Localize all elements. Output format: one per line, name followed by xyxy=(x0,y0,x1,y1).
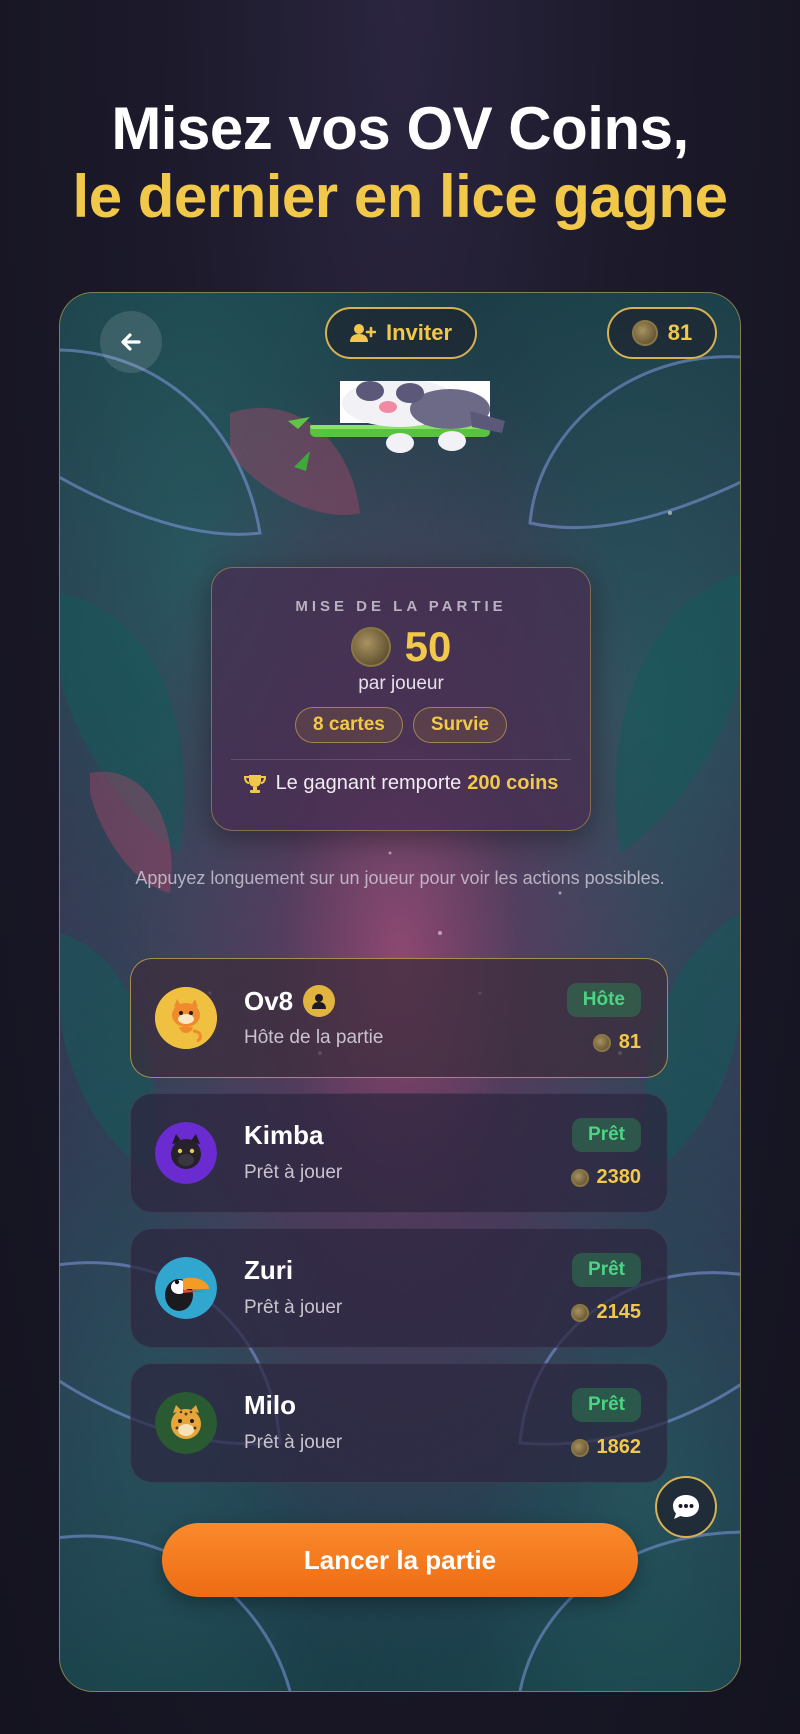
prize-prefix: Le gagnant remporte xyxy=(275,772,462,794)
player-name: Zuri xyxy=(244,1255,293,1286)
stake-per-player: par joueur xyxy=(358,673,444,694)
coin-balance-value: 81 xyxy=(667,320,693,345)
coin-icon xyxy=(570,1438,589,1457)
player-card-host[interactable]: Ov8 Hôte de la partie Hôte 81 xyxy=(130,958,668,1078)
stake-label: MISE DE LA PARTIE xyxy=(295,598,507,615)
ready-badge: Prêt xyxy=(572,1388,641,1422)
panther-avatar xyxy=(155,1122,217,1184)
invite-button[interactable]: Inviter xyxy=(325,307,477,359)
headline-line-1: Misez vos OV Coins, xyxy=(111,95,689,162)
phone-screen: Inviter 81 MISE DE LA PARTIE 50 par joue… xyxy=(59,292,741,1692)
stake-divider xyxy=(231,759,571,760)
player-card[interactable]: Zuri Prêt à jouer Prêt 2145 xyxy=(130,1228,668,1348)
invite-label: Inviter xyxy=(385,320,453,345)
toucan-avatar xyxy=(155,1257,217,1319)
back-button[interactable] xyxy=(100,311,162,373)
player-status: Prêt à jouer xyxy=(244,1162,343,1183)
player-status: Prêt à jouer xyxy=(244,1432,343,1453)
player-status: Prêt à jouer xyxy=(244,1297,343,1318)
ready-badge: Prêt xyxy=(572,1253,641,1287)
player-coins: 81 xyxy=(592,1031,641,1054)
start-game-button[interactable]: Lancer la partie xyxy=(162,1523,638,1597)
player-coins-value: 2380 xyxy=(596,1166,642,1188)
arrow-left-icon xyxy=(121,333,141,351)
player-coins-value: 2145 xyxy=(596,1301,642,1323)
coin-balance: 81 xyxy=(607,307,717,359)
prize-amount: 200 coins xyxy=(467,772,559,794)
headline-line-2: le dernier en lice gagne xyxy=(72,163,728,230)
coin-icon xyxy=(592,1033,611,1052)
player-name-text: Zuri xyxy=(244,1255,294,1285)
headline: Misez vos OV Coins, le dernier en lice g… xyxy=(0,95,800,231)
stake-chips: 8 cartes Survie xyxy=(212,707,590,743)
coin-icon xyxy=(570,1303,589,1322)
long-press-hint: Appuyez longuement sur un joueur pour vo… xyxy=(135,868,665,888)
panda-mascot xyxy=(288,381,505,471)
player-name-text: Ov8 xyxy=(244,985,294,1016)
host-badge: Hôte xyxy=(566,983,641,1017)
player-coins: 1862 xyxy=(570,1436,642,1459)
chat-button[interactable] xyxy=(655,1476,717,1538)
player-name: Kimba xyxy=(244,1120,323,1151)
chip-cards: 8 cartes xyxy=(295,707,403,743)
stake-amount-row: 50 xyxy=(212,623,590,671)
chip-mode: Survie xyxy=(412,707,507,743)
coin-icon xyxy=(631,320,658,346)
trophy-icon xyxy=(243,774,266,793)
player-coins-value: 1862 xyxy=(596,1436,642,1458)
leopard-avatar xyxy=(155,1392,217,1454)
player-card[interactable]: Kimba Prêt à jouer Prêt 2380 xyxy=(130,1093,668,1213)
coin-icon xyxy=(570,1168,589,1187)
player-name: Ov8 xyxy=(244,985,336,1017)
stake-card: MISE DE LA PARTIE 50 par joueur 8 cartes… xyxy=(211,567,591,831)
player-coins: 2380 xyxy=(570,1166,642,1189)
player-name: Milo xyxy=(244,1390,296,1421)
stake-amount: 50 xyxy=(404,623,452,670)
user-plus-icon xyxy=(349,324,376,342)
player-name-text: Kimba xyxy=(244,1120,324,1150)
player-card[interactable]: Milo Prêt à jouer Prêt 1862 xyxy=(130,1363,668,1483)
player-status: Hôte de la partie xyxy=(244,1027,384,1048)
chat-bubble-icon xyxy=(673,1495,699,1519)
coin-icon xyxy=(350,627,391,667)
host-crown-icon xyxy=(303,985,336,1017)
player-name-text: Milo xyxy=(244,1390,296,1420)
ready-badge: Prêt xyxy=(572,1118,641,1152)
player-coins: 2145 xyxy=(570,1301,642,1324)
player-coins-value: 81 xyxy=(618,1031,641,1053)
tiger-avatar xyxy=(155,987,217,1049)
stake-prize: Le gagnant remporte 200 coins xyxy=(212,772,590,795)
